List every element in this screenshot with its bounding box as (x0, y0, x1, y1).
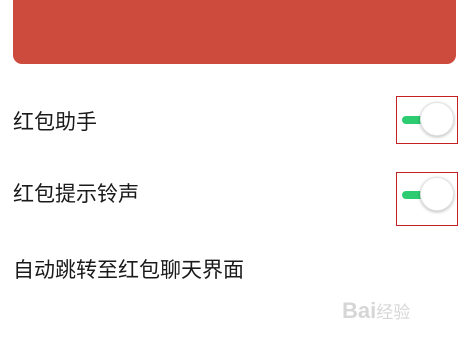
settings-screen: 红包助手 红包提示铃声 自动跳转至红包聊天界面 Bai经验 (0, 0, 461, 351)
toggle-knob (420, 102, 454, 136)
red-packet-ringtone-toggle[interactable] (398, 175, 456, 215)
header-banner (13, 0, 456, 64)
setting-label-auto-jump-chat[interactable]: 自动跳转至红包聊天界面 (13, 258, 244, 282)
setting-label-red-packet-assistant: 红包助手 (13, 110, 97, 134)
toggle-knob (420, 177, 454, 211)
baidu-watermark-logo: Bai经验 (342, 298, 410, 324)
watermark-brand: Bai (342, 298, 377, 323)
red-packet-assistant-toggle[interactable] (398, 100, 456, 140)
setting-label-red-packet-ringtone: 红包提示铃声 (13, 182, 139, 206)
watermark-sub: 经验 (376, 303, 411, 322)
